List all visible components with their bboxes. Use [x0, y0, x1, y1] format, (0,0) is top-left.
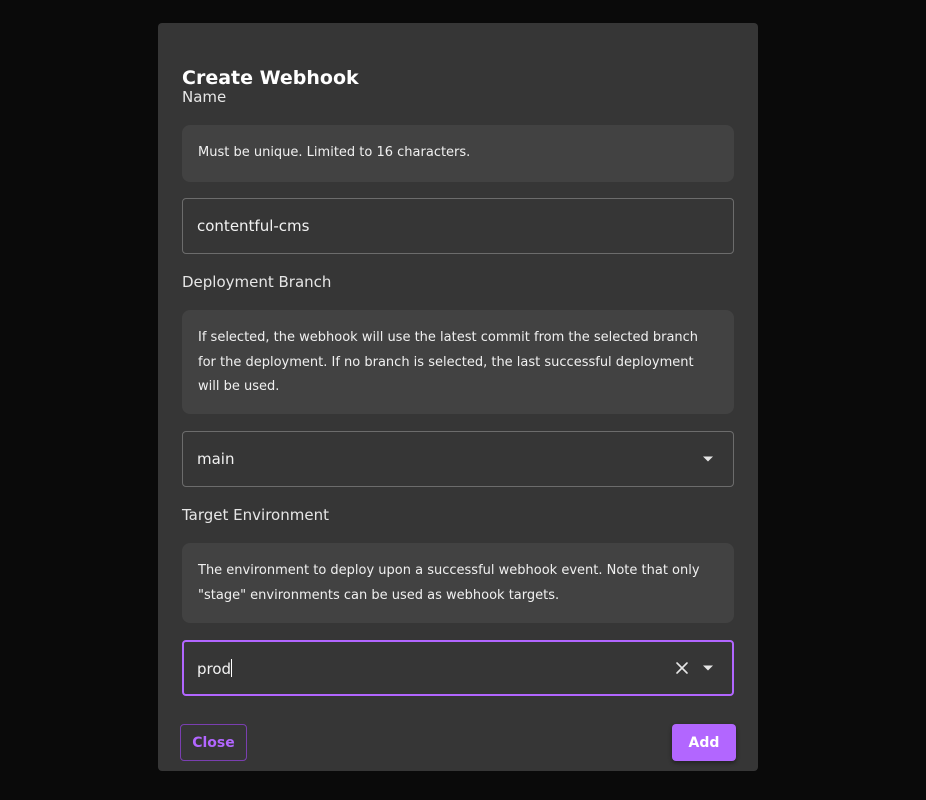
- environment-typed-text: prod: [197, 659, 232, 678]
- close-button[interactable]: Close: [180, 724, 247, 761]
- text-cursor: [231, 658, 233, 677]
- deployment-branch-label: Deployment Branch: [182, 273, 332, 291]
- name-input-value: contentful-cms: [197, 217, 310, 235]
- environment-input-value[interactable]: prod: [197, 658, 671, 678]
- name-input[interactable]: contentful-cms: [182, 198, 734, 254]
- name-help-content: Must be unique. Limited to 16 characters…: [198, 145, 471, 160]
- target-environment-help-text: The environment to deploy upon a success…: [182, 543, 734, 623]
- deployment-branch-help-text: If selected, the webhook will use the la…: [182, 310, 734, 414]
- environment-help-content: The environment to deploy upon a success…: [198, 563, 700, 603]
- target-environment-combobox[interactable]: prod: [182, 640, 734, 696]
- target-environment-label: Target Environment: [182, 506, 329, 524]
- name-label: Name: [182, 88, 227, 106]
- close-icon[interactable]: [671, 657, 693, 679]
- deployment-branch-select[interactable]: main: [182, 431, 734, 487]
- create-webhook-dialog: Create Webhook Name Must be unique. Limi…: [158, 23, 758, 771]
- name-help-text: Must be unique. Limited to 16 characters…: [182, 125, 734, 182]
- branch-select-value: main: [197, 450, 235, 468]
- add-button[interactable]: Add: [672, 724, 736, 761]
- chevron-down-icon[interactable]: [697, 448, 719, 470]
- chevron-down-icon[interactable]: [697, 657, 719, 679]
- branch-help-content: If selected, the webhook will use the la…: [198, 330, 699, 394]
